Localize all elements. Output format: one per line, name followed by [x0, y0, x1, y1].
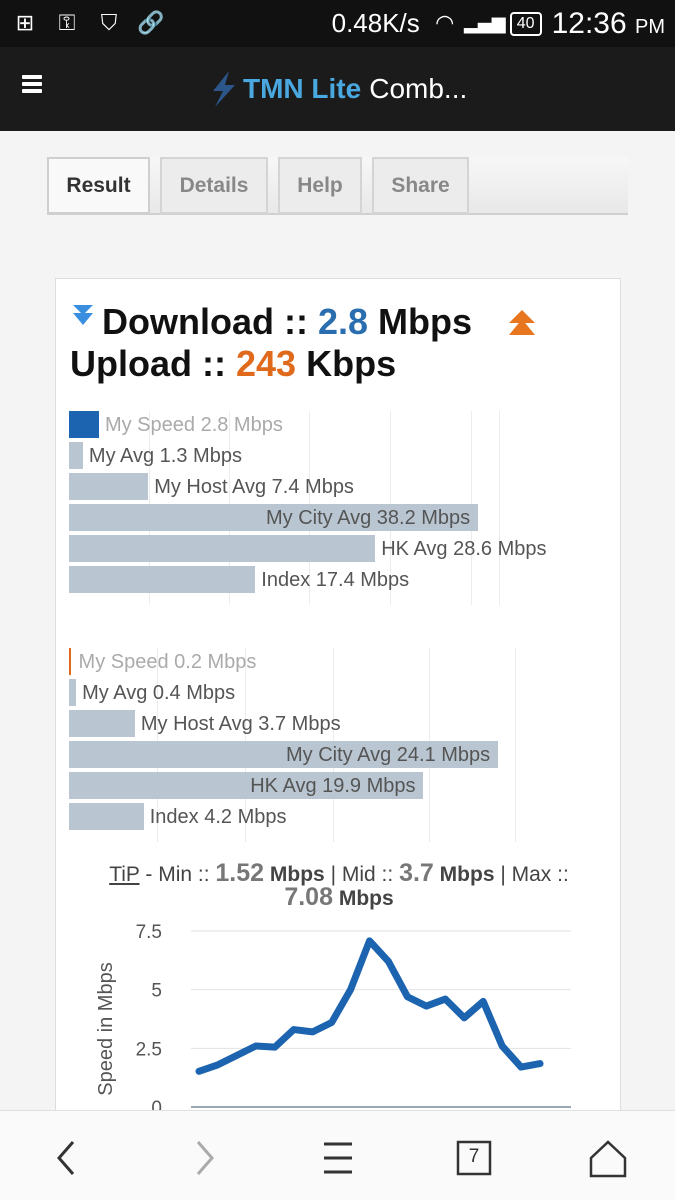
- comparison-bar: [69, 679, 77, 706]
- comparison-bar: [69, 803, 144, 830]
- comparison-bar: [69, 411, 99, 438]
- comparison-bar-label: My Speed 0.2 Mbps: [78, 651, 257, 673]
- clock-ampm: PM: [635, 15, 665, 38]
- status-bar: ⊞ ⚿ ⛉ 🔗 0.48K/s ◠ ▂▄▆ 40 12:36 PM: [0, 0, 675, 47]
- y-tick-label: 2.5: [136, 1039, 162, 1060]
- wifi-icon: ◠: [435, 11, 455, 36]
- upload-arrow-icon: [509, 310, 535, 335]
- tip-max-label: | Max ::: [500, 863, 569, 886]
- download-label: Download ::: [102, 301, 308, 342]
- tab-help[interactable]: Help: [278, 157, 362, 214]
- comparison-bar: [69, 710, 135, 737]
- link-icon: 🔗: [137, 11, 165, 36]
- result-card: Download :: 2.8 Mbps Upload :: 243 Kbps …: [55, 278, 621, 1178]
- download-arrow-icon: [73, 305, 93, 325]
- key-icon: ⚿: [58, 11, 76, 36]
- comparison-bar-label: My City Avg 38.2 Mbps: [266, 507, 471, 529]
- shield-hand-icon: ⛉: [100, 11, 118, 36]
- add-box-icon: ⊞: [15, 11, 35, 36]
- net-speed: 0.48K/s: [331, 8, 420, 38]
- clock: 12:36 PM: [552, 7, 665, 41]
- menu-lines-icon[interactable]: [316, 1136, 360, 1180]
- y-tick-label: 7.5: [136, 922, 162, 943]
- comparison-bar: [69, 566, 256, 593]
- comparison-bar-label: HK Avg 28.6 Mbps: [381, 538, 547, 560]
- browser-nav-bar: 7: [0, 1110, 675, 1200]
- comparison-bar-label: HK Avg 19.9 Mbps: [250, 775, 416, 797]
- tip-min-label: - Min ::: [145, 863, 210, 886]
- clock-time: 12:36: [551, 6, 627, 40]
- comparison-bar-label: My Speed 2.8 Mbps: [104, 414, 283, 436]
- tab-share[interactable]: Share: [372, 157, 469, 214]
- tab-result[interactable]: Result: [47, 157, 150, 214]
- tip-mid-value: 3.7: [399, 859, 434, 887]
- tip-summary: TiP - Min :: 1.52 Mbps | Mid :: 3.7 Mbps…: [56, 859, 622, 911]
- tip-word: TiP: [109, 863, 140, 886]
- battery-icon: 40: [509, 11, 542, 36]
- tip-mid-label: | Mid ::: [330, 863, 394, 886]
- tip-min-value: 1.52: [215, 859, 265, 887]
- download-value: 2.8: [317, 301, 369, 342]
- app-bar: TMN Lite Comb...: [0, 47, 675, 131]
- forward-icon[interactable]: [182, 1136, 226, 1180]
- upload-value: 243: [236, 343, 297, 384]
- speed-headline: Download :: 2.8 Mbps Upload :: 243 Kbps: [70, 301, 472, 385]
- bolt-logo-icon: [213, 71, 235, 107]
- upload-line: Upload :: 243 Kbps: [70, 343, 472, 385]
- y-axis-label: Speed in Mbps: [95, 962, 117, 1095]
- comparison-bar: [69, 442, 83, 469]
- tab-bar: Result Details Help Share: [47, 157, 628, 215]
- tip-max-value: 7.08: [284, 883, 333, 911]
- comparison-bar-label: Index 4.2 Mbps: [149, 806, 287, 828]
- status-right: 0.48K/s ◠ ▂▄▆ 40 12:36 PM: [332, 7, 665, 41]
- tabs-count-button[interactable]: 7: [452, 1136, 496, 1180]
- menu-icon[interactable]: [22, 75, 42, 93]
- tab-details[interactable]: Details: [160, 157, 268, 214]
- comparison-bar-label: My City Avg 24.1 Mbps: [286, 744, 491, 766]
- tabs-count: 7: [468, 1146, 480, 1167]
- app-title-rest: Comb...: [369, 73, 468, 104]
- upload-comparison-bars: My Speed 0.2 Mbps My Avg 0.4 Mbps My Host …: [69, 648, 589, 842]
- comparison-bar-label: Index 17.4 Mbps: [261, 569, 410, 591]
- comparison-bar-label: My Host Avg 7.4 Mbps: [154, 476, 354, 498]
- tip-mid-unit: Mbps: [439, 863, 495, 886]
- back-icon[interactable]: [45, 1136, 89, 1180]
- speed-series-line: [195, 937, 544, 1075]
- comparison-bar-label: My Avg 0.4 Mbps: [82, 682, 236, 704]
- notification-icons: ⊞ ⚿ ⛉ 🔗: [10, 11, 166, 37]
- download-unit: Mbps: [378, 301, 473, 342]
- comparison-bar-label: My Host Avg 3.7 Mbps: [140, 713, 341, 735]
- download-line: Download :: 2.8 Mbps: [70, 301, 472, 343]
- upload-label: Upload ::: [70, 343, 226, 384]
- comparison-bar: [69, 535, 376, 562]
- tip-max-unit: Mbps: [338, 887, 394, 910]
- app-name: TMN Lite: [243, 73, 362, 104]
- y-tick-label: 5: [151, 981, 162, 1002]
- comparison-bar: [69, 473, 149, 500]
- home-icon[interactable]: [586, 1136, 630, 1180]
- comparison-bar: [69, 648, 71, 675]
- signal-icon: ▂▄▆: [464, 13, 506, 34]
- app-title: TMN Lite Comb...: [205, 69, 467, 109]
- comparison-bar-label: My Avg 1.3 Mbps: [88, 445, 242, 467]
- upload-unit: Kbps: [306, 343, 397, 384]
- download-comparison-bars: My Speed 2.8 Mbps My Avg 1.3 Mbps My Host …: [69, 411, 589, 605]
